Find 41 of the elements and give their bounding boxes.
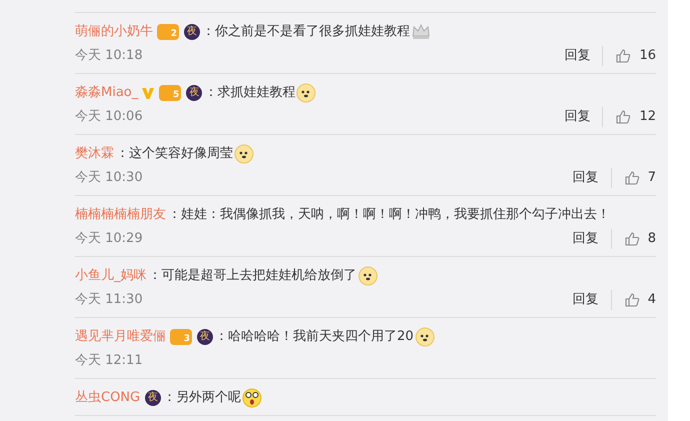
like-button[interactable]: 7 bbox=[612, 168, 656, 188]
comment-time: 今天 12:11 bbox=[75, 352, 143, 370]
reply-link[interactable]: 回复 bbox=[572, 168, 612, 188]
surprised-face-emoji-icon bbox=[241, 387, 264, 409]
thumbs-up-icon bbox=[624, 170, 640, 186]
comment-text: ：可能是超哥上去把娃娃机给放倒了 bbox=[148, 267, 356, 285]
dog-face-emoji-icon bbox=[295, 82, 318, 104]
like-button[interactable]: 8 bbox=[612, 229, 656, 249]
thumbs-up-icon bbox=[615, 109, 632, 125]
dog-face-emoji-icon bbox=[233, 143, 255, 165]
dog-face-emoji-icon bbox=[414, 326, 436, 348]
comment-time: 今天 10:18 bbox=[75, 47, 143, 66]
comment-time: 今天 11:30 bbox=[75, 291, 143, 310]
night-badge: 夜 bbox=[186, 85, 202, 101]
thumbs-up-icon bbox=[624, 292, 640, 308]
vip-badge: 2 bbox=[157, 24, 179, 40]
comment-text: ：求抓娃娃教程 bbox=[204, 84, 296, 102]
reply-link[interactable]: 回复 bbox=[564, 107, 604, 127]
thumbs-up-icon bbox=[615, 48, 632, 64]
reply-link[interactable]: 回复 bbox=[572, 290, 612, 310]
reply-link[interactable]: 回复 bbox=[572, 229, 612, 249]
comment-time: 今天 10:30 bbox=[75, 169, 143, 188]
like-button[interactable]: 12 bbox=[603, 107, 656, 127]
like-button[interactable]: 4 bbox=[612, 290, 656, 310]
like-button[interactable]: 16 bbox=[603, 46, 656, 66]
vip-badge: 3 bbox=[170, 329, 192, 345]
comment-time: 今天 10:06 bbox=[75, 108, 143, 126]
thumbs-up-icon bbox=[624, 231, 640, 247]
comment-text: ：你之前是不是看了很多抓娃娃教程 bbox=[202, 23, 410, 41]
vip-badge: 5 bbox=[159, 85, 182, 101]
comment-text: ：哈哈哈哈！我前天夹四个用了20 bbox=[215, 328, 414, 346]
comment-text: ：另外两个呢 bbox=[163, 389, 242, 407]
night-badge: 夜 bbox=[145, 390, 162, 406]
comment-time: 今天 10:29 bbox=[75, 230, 143, 248]
comment-text: ：娃娃：我偶像抓我，天呐，啊！啊！啊！冲鸭，我要抓住那个勾子冲出去！ bbox=[168, 206, 610, 224]
night-badge: 夜 bbox=[197, 329, 213, 345]
reply-link[interactable]: 回复 bbox=[564, 46, 604, 66]
comment-text: ：这个笑容好像周莹 bbox=[116, 145, 233, 163]
verified-v-icon bbox=[141, 86, 156, 100]
night-badge: 夜 bbox=[184, 24, 200, 40]
dog-face-emoji-icon bbox=[356, 265, 378, 287]
